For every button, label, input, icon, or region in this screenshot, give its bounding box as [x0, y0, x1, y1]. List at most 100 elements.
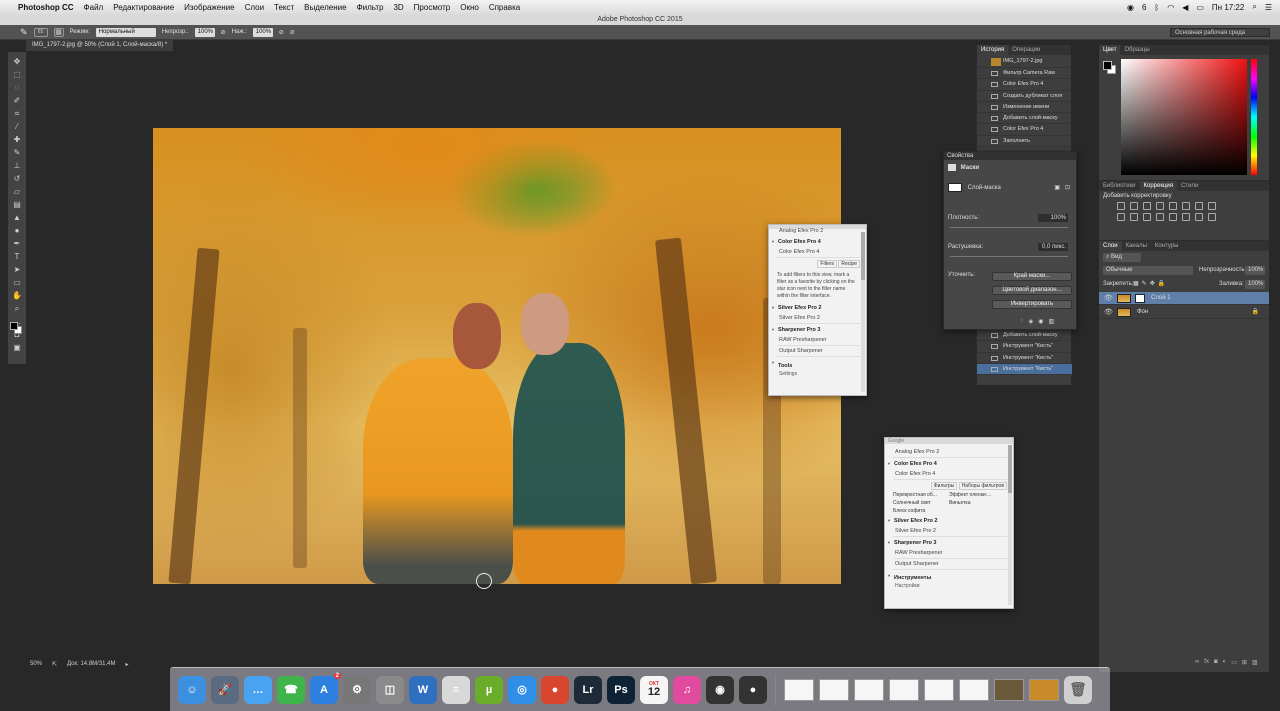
tab-styles[interactable]: Стили — [1177, 181, 1202, 191]
blur-icon[interactable]: ▲ — [11, 212, 23, 223]
menu-layers[interactable]: Слои — [245, 3, 264, 12]
invert-button[interactable]: Инвертировать — [992, 300, 1072, 309]
nik-scroll-thumb[interactable] — [861, 232, 865, 280]
nik-settings[interactable]: Настройки — [895, 583, 1013, 589]
layer-row[interactable]: 👁 Слой 1 — [1099, 292, 1269, 305]
stamp-icon[interactable]: ⊥ — [11, 160, 23, 171]
notification-center-icon[interactable]: ☰ — [1265, 3, 1272, 12]
word-icon[interactable]: W — [409, 675, 437, 704]
layer-opacity-field[interactable]: 100% — [1245, 266, 1265, 275]
history-brush-icon[interactable]: ↺ — [11, 173, 23, 184]
toggle-mask-icon[interactable]: ◉ — [1038, 318, 1043, 325]
tab-recipes[interactable]: Наборы фильтров — [958, 482, 1007, 490]
nik-section[interactable]: Sharpener Pro 3 — [885, 537, 1013, 548]
minimized-window[interactable] — [924, 678, 954, 701]
load-selection-icon[interactable]: ◌ — [1020, 318, 1024, 325]
pressure-size-icon[interactable]: ⊘ — [290, 29, 295, 36]
crop-icon[interactable]: ⌗ — [11, 108, 23, 119]
tab-layers[interactable]: Слои — [1099, 241, 1122, 251]
photoshop-icon[interactable]: Ps — [607, 675, 635, 704]
nik-section[interactable]: Color Efex Pro 4 — [769, 236, 866, 247]
new-adjustment-icon[interactable]: ◐ — [1223, 659, 1227, 666]
nik-item[interactable]: Silver Efex Pro 2 — [893, 526, 1007, 537]
wifi-icon[interactable]: ◠ — [1167, 3, 1174, 12]
status-menu-icon[interactable]: ▸ — [126, 661, 129, 668]
mask-edge-button[interactable]: Край маски... — [992, 272, 1072, 281]
move-icon[interactable]: ✥ — [11, 56, 23, 67]
layer-row[interactable]: 👁 Фон 🔒 — [1099, 306, 1269, 319]
nik-item[interactable]: Analog Efex Pro 2 — [893, 447, 1007, 458]
new-layer-icon[interactable]: ⊞ — [1242, 659, 1247, 666]
history-item[interactable]: Color Efex Pro 4 — [977, 124, 1071, 136]
nik-scroll-thumb[interactable] — [1008, 445, 1012, 493]
nik-section[interactable]: Инструменты — [885, 570, 1013, 583]
lock-icons[interactable]: ▦✎✥🔒 — [1133, 280, 1168, 287]
nik-scrollbar[interactable] — [1008, 445, 1012, 605]
tab-color[interactable]: Цвет — [1099, 45, 1121, 55]
nik-item[interactable]: Silver Efex Pro 2 — [777, 313, 860, 324]
apply-mask-icon[interactable]: ◈ — [1029, 318, 1034, 325]
opacity-field[interactable]: 100% — [194, 27, 215, 37]
link-layers-icon[interactable]: ∞ — [1195, 659, 1199, 666]
screen-recorder-icon[interactable]: ● — [739, 675, 767, 704]
battery-icon[interactable]: ▭ — [1196, 3, 1204, 12]
brush-icon[interactable]: ✎ — [11, 147, 23, 158]
levels-icon[interactable] — [1130, 202, 1138, 210]
vector-mask-icon[interactable]: ⊡ — [1065, 184, 1070, 191]
nik-item[interactable]: Output Sharpener — [893, 559, 1007, 570]
blend-mode-select[interactable]: Обычные — [1103, 266, 1193, 275]
minimized-window[interactable] — [819, 678, 849, 701]
add-mask-icon[interactable]: ◙ — [1214, 659, 1218, 666]
launchpad-icon[interactable]: 🚀 — [211, 675, 239, 704]
gradient-icon[interactable]: ▤ — [11, 199, 23, 210]
mode-select[interactable]: Нормальный — [95, 27, 156, 37]
curves-icon[interactable] — [1143, 202, 1151, 210]
selective-color-icon[interactable] — [1208, 213, 1216, 221]
posterize-icon[interactable] — [1169, 213, 1177, 221]
safari-icon[interactable]: ◎ — [508, 675, 536, 704]
menu-image[interactable]: Изображение — [184, 3, 234, 12]
history-item[interactable]: Color Efex Pro 4 — [977, 79, 1071, 91]
nik-section[interactable]: Silver Efex Pro 2 — [885, 515, 1013, 526]
status-indicator[interactable]: 6 — [1142, 3, 1146, 12]
feather-slider[interactable] — [950, 256, 1068, 257]
lightroom-icon[interactable]: Lr — [574, 675, 602, 704]
menu-edit[interactable]: Редактирование — [113, 3, 174, 12]
shape-icon[interactable]: ▭ — [11, 277, 23, 288]
minimized-window[interactable] — [994, 678, 1024, 701]
channel-mixer-icon[interactable] — [1130, 213, 1138, 221]
eraser-icon[interactable]: ▱ — [11, 186, 23, 197]
delete-mask-icon[interactable]: ▥ — [1048, 318, 1054, 325]
pixel-mask-icon[interactable]: ▣ — [1054, 184, 1060, 191]
fill-field[interactable]: 100% — [1245, 280, 1265, 289]
nik-filter[interactable]: Виньетка — [949, 500, 1005, 506]
new-group-icon[interactable]: ▭ — [1231, 659, 1237, 666]
nik-section[interactable]: Sharpener Pro 3 — [769, 324, 866, 335]
nik-item[interactable]: RAW Presharpener — [777, 335, 860, 346]
airbrush-icon[interactable]: ⊘ — [279, 29, 284, 36]
menu-view[interactable]: Просмотр — [414, 3, 451, 12]
nik-section[interactable]: Color Efex Pro 4 — [885, 458, 1013, 469]
color-lookup-icon[interactable] — [1143, 213, 1151, 221]
path-select-icon[interactable]: ➤ — [11, 264, 23, 275]
brush-tool-icon[interactable]: ✎ — [20, 27, 28, 38]
spotlight-icon[interactable]: ⌕ — [1252, 2, 1256, 12]
photo-filter-icon[interactable] — [1117, 213, 1125, 221]
tab-recipe[interactable]: Recipe — [838, 260, 860, 268]
document-size[interactable]: Док: 14,8M/31,4M — [67, 661, 115, 667]
tab-swatches[interactable]: Образцы — [1120, 45, 1153, 55]
flow-field[interactable]: 100% — [252, 27, 273, 37]
brush-preset-picker[interactable]: 65 — [33, 27, 48, 37]
threshold-icon[interactable] — [1182, 213, 1190, 221]
tab-filters[interactable]: Фильтры — [930, 482, 958, 490]
clock[interactable]: Пн 17:22 — [1212, 3, 1244, 12]
history-item[interactable]: Заполнить — [977, 136, 1071, 148]
nik-item[interactable]: Analog Efex Pro 2 — [777, 228, 860, 236]
nik-item[interactable]: Output Sharpener — [777, 346, 860, 357]
image-canvas[interactable] — [153, 128, 841, 584]
preview-icon[interactable]: ◫ — [376, 675, 404, 704]
tab-adjustments[interactable]: Коррекция — [1139, 181, 1178, 191]
tab-filters[interactable]: Filters — [817, 260, 838, 268]
workspace-switcher[interactable]: Основная рабочая среда — [1170, 28, 1270, 37]
tab-channels[interactable]: Каналы — [1122, 241, 1151, 251]
